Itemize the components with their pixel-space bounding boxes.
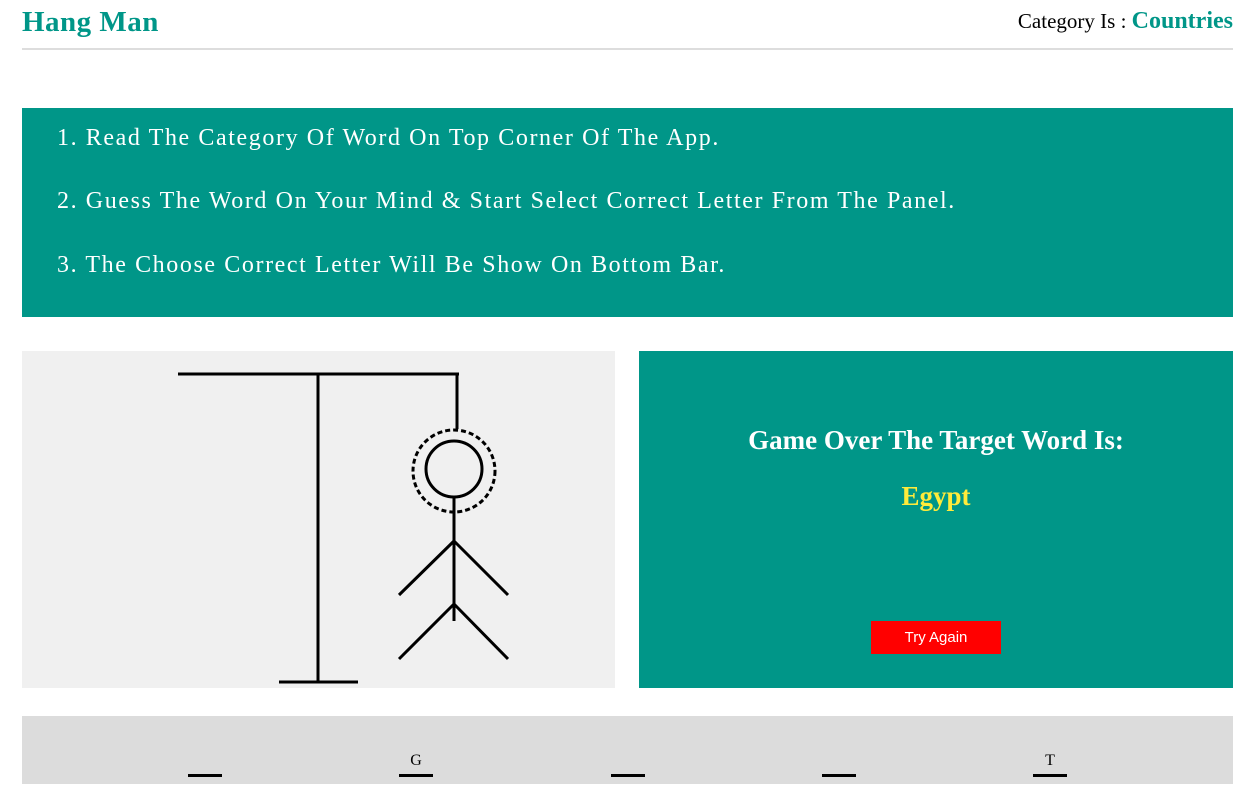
letter-slot: T — [1033, 750, 1067, 777]
category-display: Category Is : Countries — [1018, 8, 1233, 35]
hangman-drawing — [178, 372, 510, 684]
target-word: Egypt — [901, 481, 971, 511]
category-value: Countries — [1131, 8, 1233, 34]
figure-right-arm — [452, 539, 510, 597]
letter-slot — [188, 750, 222, 777]
figure-right-leg — [452, 602, 510, 661]
figure-head — [424, 439, 484, 499]
try-again-button[interactable]: Try Again — [871, 621, 1001, 654]
letter-slot: G — [399, 750, 433, 777]
category-label: Category Is : — [1017, 9, 1127, 33]
letter-slot — [611, 750, 645, 777]
game-over-panel: Game Over The Target Word Is: Egypt Try … — [639, 351, 1233, 688]
figure-left-leg — [397, 602, 456, 661]
instruction-item: 3. The Choose Correct Letter Will Be Sho… — [57, 252, 727, 278]
letters-bar: G T — [22, 716, 1233, 784]
game-over-message: Game Over The Target Word Is: — [748, 425, 1124, 455]
app-header: Hang Man Category Is : Countries — [22, 0, 1233, 50]
instructions-panel: 1. Read The Category Of Word On Top Corn… — [22, 108, 1233, 317]
hangman-stage — [22, 351, 615, 688]
instruction-item: 2. Guess The Word On Your Mind & Start S… — [57, 188, 956, 214]
figure-left-arm — [397, 539, 456, 597]
app-title: Hang Man — [22, 6, 159, 38]
letter-slot — [822, 750, 856, 777]
instruction-item: 1. Read The Category Of Word On Top Corn… — [57, 125, 720, 151]
